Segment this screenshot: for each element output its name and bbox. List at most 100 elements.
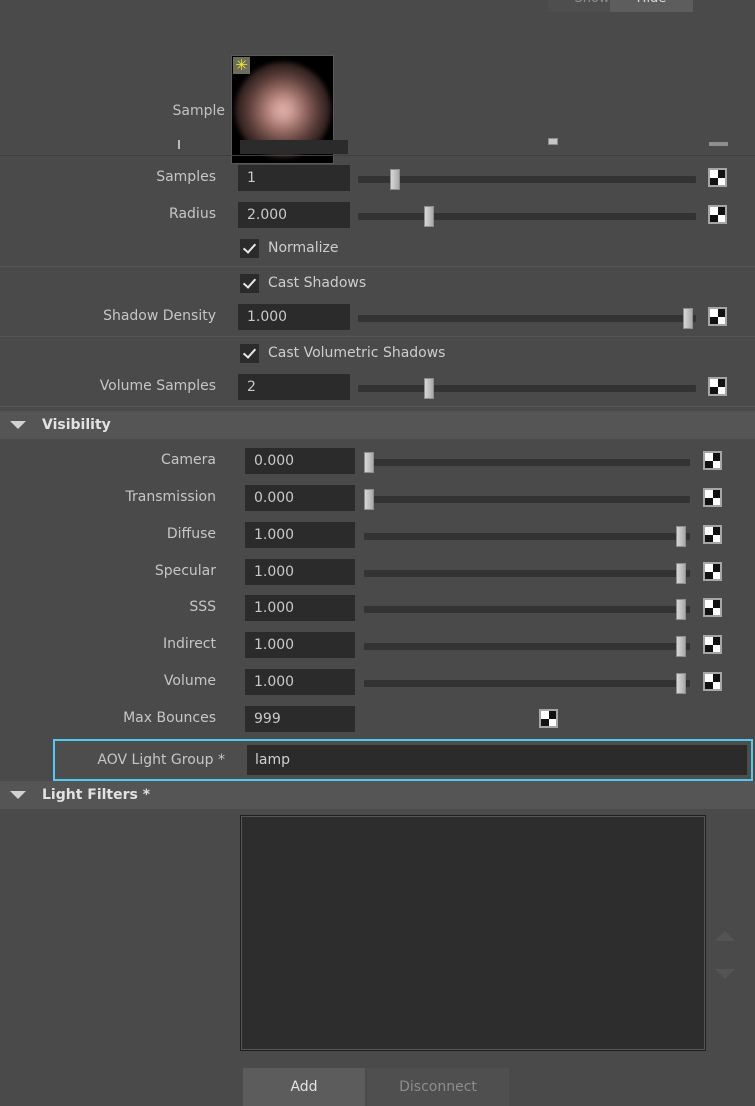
light-star-icon[interactable]: ✳ — [233, 57, 250, 74]
diffuse-label: Diffuse — [0, 518, 226, 551]
volume-samples-connection-icon[interactable] — [708, 377, 727, 396]
volume-slider-handle[interactable] — [676, 673, 686, 694]
specular-input[interactable]: 1.000 — [245, 559, 355, 585]
max-bounces-connection-icon[interactable] — [539, 709, 558, 728]
normalize-checkbox[interactable] — [240, 239, 259, 258]
cast-shadows-row[interactable]: Cast Shadows — [0, 267, 755, 300]
volume-samples-slider-track[interactable] — [358, 385, 696, 392]
samples-slider-track[interactable] — [358, 176, 696, 183]
cast-volumetric-shadows-row[interactable]: Cast Volumetric Shadows — [0, 337, 755, 370]
camera-label: Camera — [0, 444, 226, 477]
chevron-down-icon[interactable] — [10, 421, 26, 429]
normalize-row[interactable]: Normalize — [0, 232, 755, 265]
camera-input[interactable]: 0.000 — [245, 448, 355, 474]
triangle-down-icon[interactable] — [715, 969, 735, 979]
volume-samples-row: Volume Samples 2 — [0, 370, 755, 403]
hide-button[interactable]: Hide — [610, 0, 693, 12]
specular-connection-icon[interactable] — [703, 562, 722, 581]
triangle-up-icon[interactable] — [715, 931, 735, 941]
indirect-slider-track[interactable] — [364, 643, 690, 650]
shadow-density-input[interactable]: 1.000 — [238, 304, 350, 330]
volume-label: Volume — [0, 665, 226, 698]
sss-slider-track[interactable] — [364, 606, 690, 613]
partial-row-above — [0, 130, 755, 154]
volume-input[interactable]: 1.000 — [245, 669, 355, 695]
samples-label: Samples — [0, 161, 226, 194]
indirect-input[interactable]: 1.000 — [245, 632, 355, 658]
diffuse-connection-icon[interactable] — [703, 525, 722, 544]
cast-volumetric-shadows-checkbox[interactable] — [240, 344, 259, 363]
samples-slider-handle[interactable] — [390, 169, 400, 190]
transmission-row: Transmission 0.000 — [0, 481, 755, 514]
shadow-density-label: Shadow Density — [0, 300, 226, 333]
divider — [0, 155, 755, 156]
sample-preview-row: Sample ✳ — [0, 28, 755, 138]
partial-checker-icon — [709, 142, 728, 146]
radius-label: Radius — [0, 198, 226, 231]
max-bounces-label: Max Bounces — [0, 702, 226, 735]
sss-row: SSS 1.000 — [0, 591, 755, 624]
samples-input[interactable]: 1 — [238, 165, 350, 191]
indirect-slider-handle[interactable] — [676, 636, 686, 657]
volume-row: Volume 1.000 — [0, 665, 755, 698]
aov-light-group-label: AOV Light Group * — [55, 741, 235, 779]
transmission-connection-icon[interactable] — [703, 488, 722, 507]
sss-input[interactable]: 1.000 — [245, 595, 355, 621]
camera-connection-icon[interactable] — [703, 451, 722, 470]
radius-slider-track[interactable] — [358, 213, 696, 220]
volume-samples-slider-handle[interactable] — [424, 378, 434, 399]
partial-tick — [178, 140, 180, 149]
indirect-connection-icon[interactable] — [703, 635, 722, 654]
samples-row: Samples 1 — [0, 161, 755, 194]
transmission-label: Transmission — [0, 481, 226, 514]
diffuse-slider-track[interactable] — [364, 533, 690, 540]
radius-input[interactable]: 2.000 — [238, 202, 350, 228]
samples-connection-icon[interactable] — [708, 168, 727, 187]
indirect-label: Indirect — [0, 628, 226, 661]
max-bounces-input[interactable]: 999 — [245, 706, 355, 732]
partial-field — [240, 140, 348, 154]
camera-row: Camera 0.000 — [0, 444, 755, 477]
radius-row: Radius 2.000 — [0, 198, 755, 231]
cast-volumetric-shadows-label: Cast Volumetric Shadows — [268, 337, 445, 370]
indirect-row: Indirect 1.000 — [0, 628, 755, 661]
volume-samples-input[interactable]: 2 — [238, 374, 350, 400]
specular-slider-handle[interactable] — [676, 563, 686, 584]
diffuse-slider-handle[interactable] — [676, 526, 686, 547]
volume-samples-label: Volume Samples — [0, 370, 226, 403]
camera-slider-track[interactable] — [364, 459, 690, 466]
specular-label: Specular — [0, 555, 226, 588]
shadow-density-slider-handle[interactable] — [683, 308, 693, 329]
cast-shadows-checkbox[interactable] — [240, 274, 259, 293]
light-filters-section-header[interactable]: Light Filters * — [0, 781, 755, 809]
volume-slider-track[interactable] — [364, 680, 690, 687]
sss-slider-handle[interactable] — [676, 599, 686, 620]
radius-slider-handle[interactable] — [424, 206, 434, 227]
visibility-section-title: Visibility — [42, 411, 111, 439]
aov-light-group-input[interactable]: lamp — [247, 745, 747, 775]
transmission-slider-handle[interactable] — [364, 489, 374, 510]
volume-connection-icon[interactable] — [703, 672, 722, 691]
visibility-section-header[interactable]: Visibility — [0, 411, 755, 439]
add-button[interactable]: Add — [243, 1068, 365, 1106]
sss-connection-icon[interactable] — [703, 598, 722, 617]
radius-connection-icon[interactable] — [708, 205, 727, 224]
diffuse-row: Diffuse 1.000 — [0, 518, 755, 551]
light-filters-scroll-arrows — [712, 925, 742, 995]
sss-label: SSS — [0, 591, 226, 624]
light-filters-list[interactable] — [240, 815, 706, 1051]
specular-slider-track[interactable] — [364, 570, 690, 577]
show-hide-toolbar: Show Hide — [0, 0, 755, 16]
sample-label: Sample — [0, 103, 225, 119]
camera-slider-handle[interactable] — [364, 452, 374, 473]
chevron-down-icon[interactable] — [10, 791, 26, 799]
light-filters-section-title: Light Filters * — [42, 781, 150, 809]
diffuse-input[interactable]: 1.000 — [245, 522, 355, 548]
transmission-input[interactable]: 0.000 — [245, 485, 355, 511]
shadow-density-connection-icon[interactable] — [708, 307, 727, 326]
aov-light-group-row[interactable]: AOV Light Group * lamp — [53, 739, 753, 781]
shadow-density-row: Shadow Density 1.000 — [0, 300, 755, 333]
shadow-density-slider-track[interactable] — [358, 315, 696, 322]
disconnect-button[interactable]: Disconnect — [367, 1068, 509, 1106]
transmission-slider-track[interactable] — [364, 496, 690, 503]
